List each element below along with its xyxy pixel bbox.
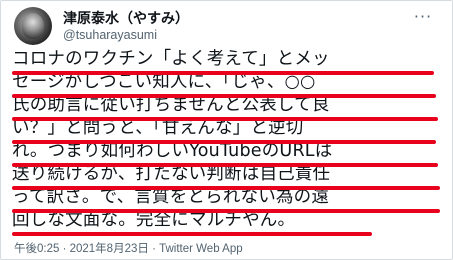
tweet-timestamp[interactable]: 午後0:25 · 2021年8月23日 · Twitter Web App [14, 240, 243, 256]
display-name[interactable]: 津原泰水（やすみ） [63, 8, 189, 28]
red-underline [12, 94, 436, 98]
tweet-header: 津原泰水（やすみ） @tsuharayasumi ··· [14, 7, 434, 47]
red-underline [12, 140, 436, 144]
red-underline [12, 71, 434, 75]
red-underline [12, 209, 440, 213]
red-underline [12, 232, 372, 236]
red-underline [12, 163, 438, 167]
avatar[interactable] [14, 7, 52, 45]
tweet-line: コロナのワクチン「よく考えて」とメッ [12, 49, 330, 69]
red-underline [12, 186, 440, 190]
red-underline [12, 117, 438, 121]
more-dots-icon[interactable]: ··· [412, 9, 434, 29]
user-handle[interactable]: @tsuharayasumi [63, 28, 157, 42]
